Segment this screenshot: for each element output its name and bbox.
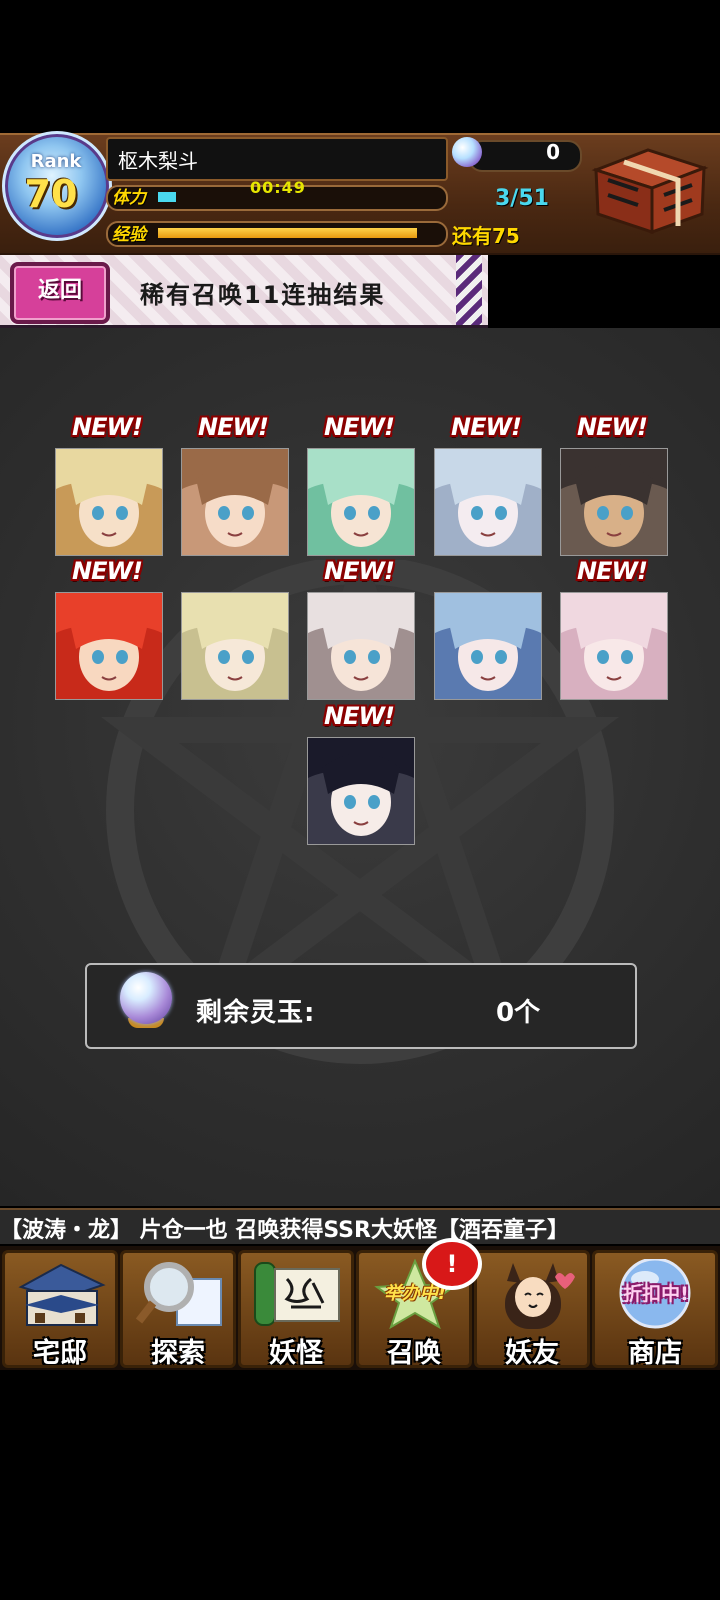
result-card[interactable] [434,448,542,556]
result-card[interactable] [307,592,415,700]
rank-label: Rank [30,151,82,172]
character-portrait [308,738,414,844]
result-card[interactable] [560,592,668,700]
result-card[interactable] [307,448,415,556]
character-portrait [308,449,414,555]
back-button-label: 返回 [37,278,82,303]
nav-label: 商店 [628,1338,682,1368]
header-stripe-decoration [456,255,482,325]
gem-count: 0 [546,140,560,164]
character-portrait [561,449,667,555]
nav-mansion[interactable]: 宅邸 [2,1250,118,1368]
character-portrait [435,449,541,555]
character-portrait [308,593,414,699]
new-badge: NEW! [577,557,648,585]
nav-shop[interactable]: 折扣中! 商店 [592,1250,718,1368]
new-badge: NEW! [72,413,143,441]
nav-label: 召唤 [387,1338,441,1368]
stamina-label: 体力 [112,188,146,208]
player-name: 枢木梨斗 [118,149,198,173]
yokai-scroll-icon [254,1262,340,1326]
new-badge: NEW! [72,557,143,585]
announcement-text: 【波涛・龙】 片仓一也 召唤获得SSR大妖怪【酒吞童子】 [0,1218,569,1243]
new-badge: NEW! [324,557,395,585]
nav-label: 探索 [151,1338,205,1368]
stamina-bar-fill [158,192,176,202]
nav-yokai[interactable]: 妖怪 [238,1250,354,1368]
result-card[interactable] [55,448,163,556]
nav-label: 妖友 [505,1338,559,1368]
fox-girl-icon [505,1263,575,1329]
remaining-orbs-value: 0个 [496,998,541,1028]
exp-label: 经验 [112,225,146,245]
nav-label: 宅邸 [33,1338,87,1368]
shop-sale-tag: 折扣中! [623,1283,689,1305]
exp-bar-fill [158,228,417,238]
stamina-count: 3/51 [495,186,549,211]
result-card[interactable] [181,592,289,700]
result-card[interactable] [181,448,289,556]
nav-explore[interactable]: 探索 [120,1250,236,1368]
result-card[interactable] [434,592,542,700]
character-portrait [182,593,288,699]
exp-remaining: 还有75 [452,224,520,248]
new-badge: NEW! [198,413,269,441]
character-portrait [56,449,162,555]
stamina-timer: 00:49 [250,178,306,197]
new-badge: NEW! [451,413,522,441]
new-badge: NEW! [324,413,395,441]
system-bar-area [0,1370,720,1600]
remaining-orbs-label: 剩余灵玉: [196,998,316,1028]
spirit-orb-icon [120,972,172,1024]
new-badge: NEW! [577,413,648,441]
mansion-icon [18,1263,106,1326]
nav-label: 妖怪 [269,1338,323,1368]
result-card[interactable] [307,737,415,845]
character-portrait [56,593,162,699]
character-portrait [435,593,541,699]
result-card[interactable] [560,448,668,556]
new-badge: NEW! [324,702,395,730]
character-portrait [182,449,288,555]
notification-badge: ! [422,1238,482,1290]
nav-friends[interactable]: 妖友 [474,1250,590,1368]
rank-value: 70 [24,172,78,216]
gift-box-icon[interactable] [588,140,710,240]
page-title: 稀有召唤11连抽结果 [140,281,386,309]
spirit-orb-icon [452,137,482,167]
character-portrait [561,593,667,699]
magnifier-map-icon [135,1262,222,1326]
result-card[interactable] [55,592,163,700]
